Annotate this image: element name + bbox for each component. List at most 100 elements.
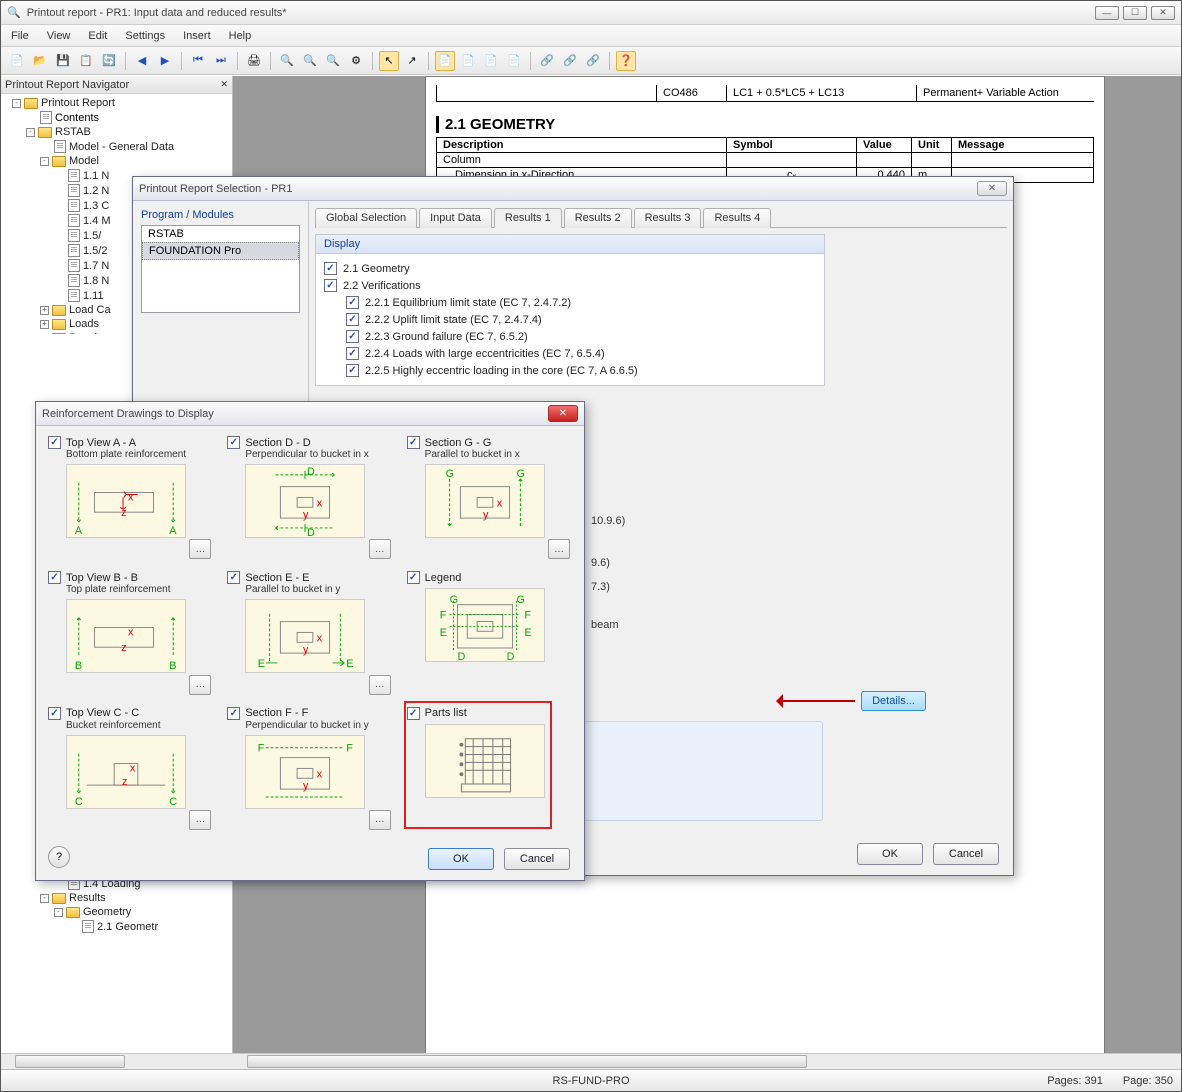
checkbox-icon[interactable]: ✓ [346, 347, 359, 360]
tree-item[interactable]: 2.1 Geometr [1, 919, 232, 934]
details-button[interactable]: Details... [861, 691, 926, 711]
dialog-close-icon[interactable]: ✕ [548, 405, 578, 422]
tree-label: Geometry [83, 906, 131, 918]
checkbox-icon[interactable]: ✓ [227, 707, 240, 720]
tool-print-icon[interactable]: 🖨 [244, 51, 264, 71]
tool-settings-icon[interactable]: ⚙ [346, 51, 366, 71]
checkbox-icon[interactable]: ✓ [324, 279, 337, 292]
tab-global[interactable]: Global Selection [315, 208, 417, 228]
cell-title-row[interactable]: ✓Section F - F [227, 707, 392, 720]
menu-settings[interactable]: Settings [125, 30, 165, 42]
checkbox-icon[interactable]: ✓ [346, 364, 359, 377]
tool-doc4-icon[interactable]: 📄 [504, 51, 524, 71]
tree-item[interactable]: Model - General Data [1, 139, 232, 154]
check-row[interactable]: ✓2.2.3 Ground failure (EC 7, 6.5.2) [324, 328, 816, 345]
checkbox-icon[interactable]: ✓ [346, 296, 359, 309]
checkbox-icon[interactable]: ✓ [346, 330, 359, 343]
checkbox-icon[interactable]: ✓ [227, 436, 240, 449]
display-header: Display [316, 235, 824, 254]
check-row[interactable]: ✓2.2.1 Equilibrium limit state (EC 7, 2.… [324, 294, 816, 311]
options-button[interactable]: … [189, 539, 211, 559]
tool-prev-icon[interactable]: ◀ [132, 51, 152, 71]
checkbox-icon[interactable]: ✓ [407, 571, 420, 584]
tab-results3[interactable]: Results 3 [634, 208, 702, 228]
tool-open-icon[interactable]: 📂 [30, 51, 50, 71]
tool-zoom1-icon[interactable]: 🔍 [277, 51, 297, 71]
menu-file[interactable]: File [11, 30, 29, 42]
preview-scrollbar[interactable] [233, 1053, 1181, 1069]
minimize-button[interactable]: — [1095, 6, 1119, 20]
tool-first-icon[interactable]: ⏮ [188, 51, 208, 71]
tab-results1[interactable]: Results 1 [494, 208, 562, 228]
tool-copy-icon[interactable]: 📋 [76, 51, 96, 71]
options-button[interactable]: … [369, 675, 391, 695]
check-row[interactable]: ✓2.2.4 Loads with large eccentricities (… [324, 345, 816, 362]
tool-save-icon[interactable]: 💾 [53, 51, 73, 71]
options-button[interactable]: … [548, 539, 570, 559]
tool-refresh-icon[interactable]: 🔄 [99, 51, 119, 71]
dialog-close-icon[interactable]: ✕ [977, 181, 1007, 196]
tree-item[interactable]: -Geometry [1, 905, 232, 919]
tool-next-icon[interactable]: ▶ [155, 51, 175, 71]
tool-zoom2-icon[interactable]: 🔍 [300, 51, 320, 71]
cell-title-row[interactable]: ✓Section D - D [227, 436, 392, 449]
menu-view[interactable]: View [47, 30, 71, 42]
check-row[interactable]: ✓2.1 Geometry [324, 260, 816, 277]
checkbox-icon[interactable]: ✓ [324, 262, 337, 275]
tool-link1-icon[interactable]: 🔗 [537, 51, 557, 71]
check-row[interactable]: ✓2.2.2 Uplift limit state (EC 7, 2.4.7.4… [324, 311, 816, 328]
module-item[interactable]: FOUNDATION Pro [142, 242, 299, 260]
checkbox-icon[interactable]: ✓ [346, 313, 359, 326]
tool-doc1-icon[interactable]: 📄 [435, 51, 455, 71]
col-message: Message [952, 138, 1094, 153]
tab-results4[interactable]: Results 4 [703, 208, 771, 228]
navigator-close-icon[interactable]: ✕ [220, 79, 228, 90]
checkbox-icon[interactable]: ✓ [407, 436, 420, 449]
tool-new-icon[interactable]: 📄 [7, 51, 27, 71]
tree-item[interactable]: -Model [1, 154, 232, 168]
menu-help[interactable]: Help [229, 30, 252, 42]
options-button[interactable]: … [189, 675, 211, 695]
cancel-button[interactable]: Cancel [933, 843, 999, 865]
maximize-button[interactable]: ☐ [1123, 6, 1147, 20]
tool-link3-icon[interactable]: 🔗 [583, 51, 603, 71]
checkbox-icon[interactable]: ✓ [227, 571, 240, 584]
cell-title-row[interactable]: ✓Legend [407, 571, 572, 584]
menu-insert[interactable]: Insert [183, 30, 211, 42]
tool-pointer-icon[interactable]: ↗ [402, 51, 422, 71]
cell-title-row[interactable]: ✓Section G - G [407, 436, 572, 449]
tool-doc3-icon[interactable]: 📄 [481, 51, 501, 71]
ok-button[interactable]: OK [857, 843, 923, 865]
ok-button[interactable]: OK [428, 848, 494, 870]
options-button[interactable]: … [369, 810, 391, 830]
options-button[interactable]: … [369, 539, 391, 559]
cell-title-row[interactable]: ✓Top View B - B [48, 571, 213, 584]
tool-select-icon[interactable]: ↖ [379, 51, 399, 71]
close-button[interactable]: ✕ [1151, 6, 1175, 20]
cell-title-row[interactable]: ✓Top View C - C [48, 707, 213, 720]
options-button[interactable]: … [189, 810, 211, 830]
tool-help-icon[interactable]: ❓ [616, 51, 636, 71]
tab-results2[interactable]: Results 2 [564, 208, 632, 228]
tool-last-icon[interactable]: ⏭ [211, 51, 231, 71]
tool-link2-icon[interactable]: 🔗 [560, 51, 580, 71]
tree-item[interactable]: -RSTAB [1, 125, 232, 139]
tool-zoom3-icon[interactable]: 🔍 [323, 51, 343, 71]
tree-item[interactable]: Contents [1, 110, 232, 125]
checkbox-icon[interactable]: ✓ [48, 436, 61, 449]
check-row[interactable]: ✓2.2 Verifications [324, 277, 816, 294]
modules-list[interactable]: RSTAB FOUNDATION Pro [141, 225, 300, 313]
tab-input[interactable]: Input Data [419, 208, 492, 228]
tree-item[interactable]: -Results [1, 891, 232, 905]
checkbox-icon[interactable]: ✓ [48, 707, 61, 720]
cell-title-row[interactable]: ✓Section E - E [227, 571, 392, 584]
menu-edit[interactable]: Edit [88, 30, 107, 42]
tool-doc2-icon[interactable]: 📄 [458, 51, 478, 71]
checkbox-icon[interactable]: ✓ [48, 571, 61, 584]
check-row[interactable]: ✓2.2.5 Highly eccentric loading in the c… [324, 362, 816, 379]
cell-title-row[interactable]: ✓Top View A - A [48, 436, 213, 449]
module-item[interactable]: RSTAB [142, 226, 299, 242]
cancel-button[interactable]: Cancel [504, 848, 570, 870]
tree-item[interactable]: -Printout Report [1, 96, 232, 110]
help-icon[interactable]: ? [48, 846, 70, 868]
